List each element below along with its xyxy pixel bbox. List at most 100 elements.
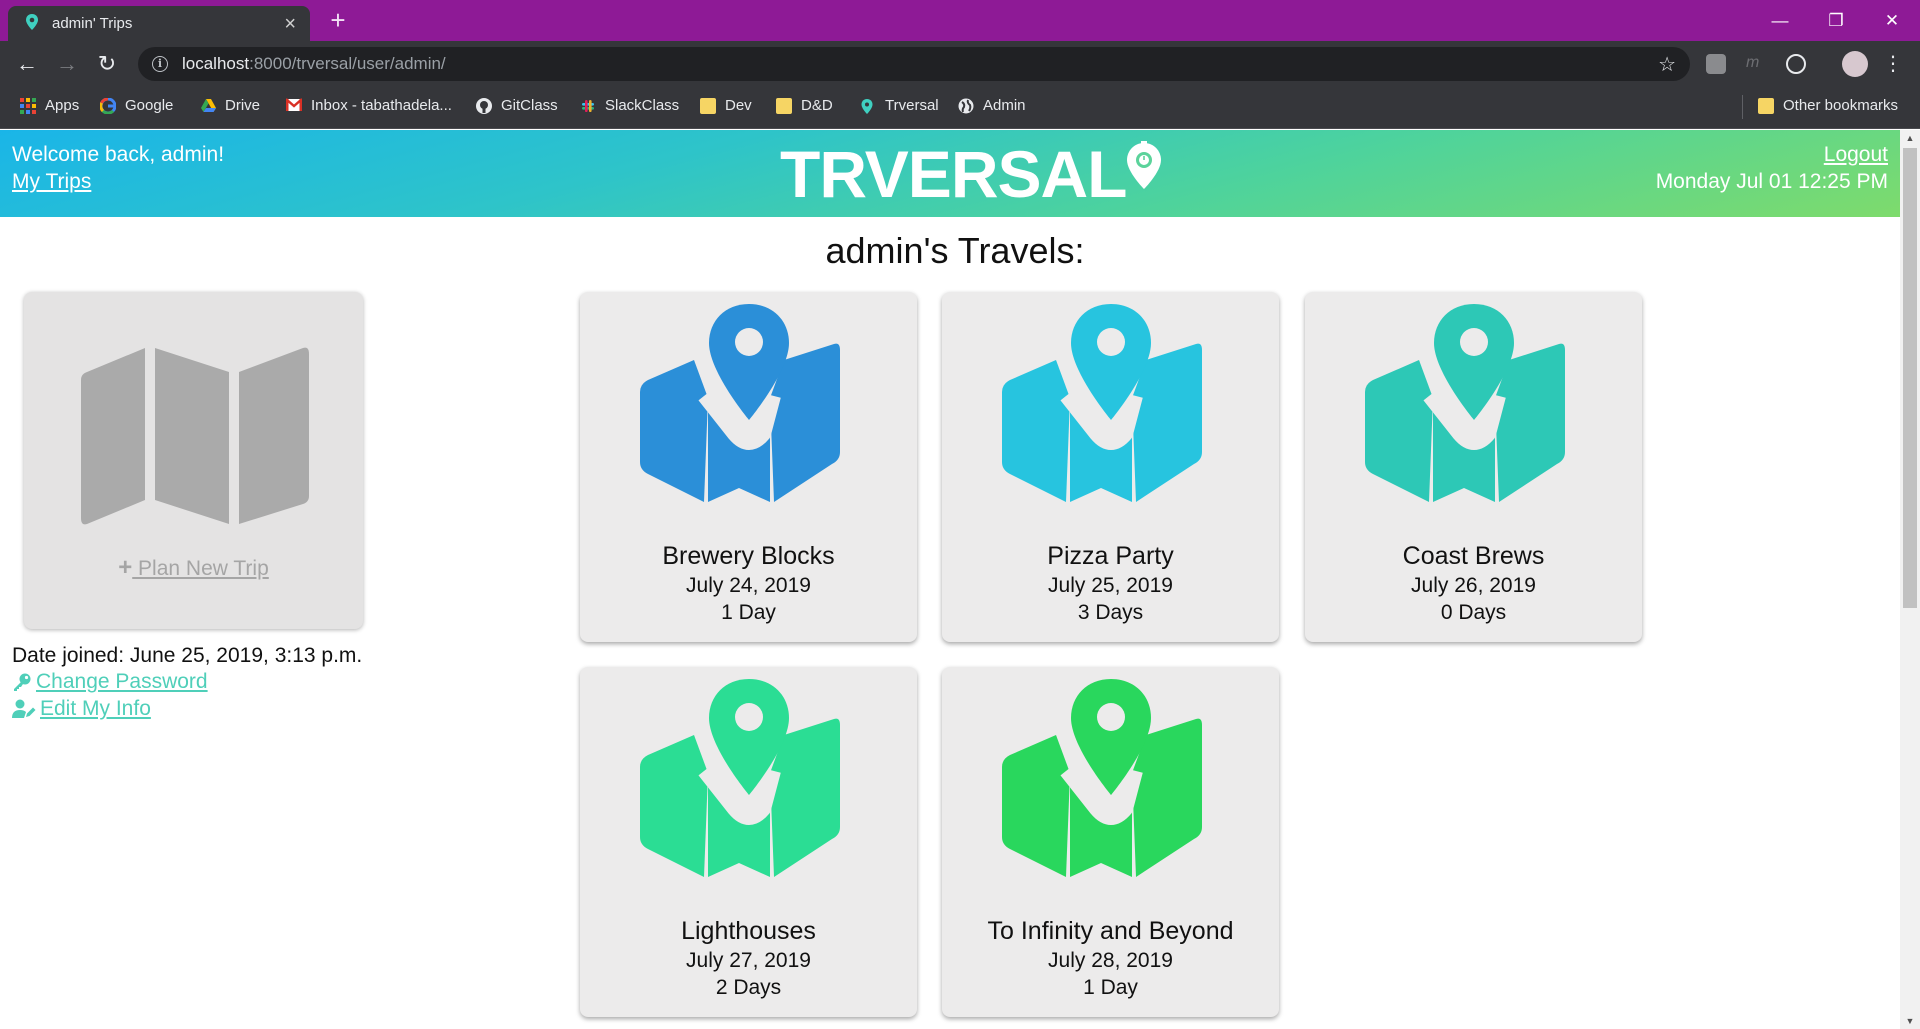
bookmark-label: GitClass	[501, 97, 558, 114]
menu-kebab-icon[interactable]: ⋮	[1878, 49, 1908, 79]
edit-info-label: Edit My Info	[40, 697, 151, 720]
map-pin-icon	[639, 304, 840, 502]
bookmarks-divider	[1742, 95, 1743, 119]
logout-link[interactable]: Logout	[1824, 143, 1888, 167]
extension-m-icon[interactable]: m	[1746, 54, 1766, 74]
plus-icon: +	[118, 554, 133, 581]
close-window-icon[interactable]: ✕	[1864, 0, 1920, 41]
bookmark-slackclass[interactable]: SlackClass	[580, 97, 679, 114]
bookmark-label: Google	[125, 97, 174, 114]
bookmark-label: Admin	[983, 97, 1026, 114]
site-header: Welcome back, admin! My Trips TRVERSAL L…	[0, 130, 1900, 217]
bookmark-label: Inbox - tabathadela...	[311, 97, 452, 114]
extension-circle-icon[interactable]	[1786, 54, 1806, 74]
map-pin-icon	[1364, 304, 1565, 502]
trip-name: Coast Brews	[1402, 542, 1545, 570]
minimize-icon[interactable]: —	[1752, 0, 1808, 41]
url-host: localhost	[182, 54, 250, 73]
bookmark-trversal[interactable]: Trversal	[860, 97, 939, 114]
window-controls: — ❐ ✕	[1752, 0, 1920, 41]
bookmark-drive[interactable]: Drive	[200, 97, 260, 114]
trip-date: July 27, 2019	[686, 949, 811, 972]
plan-new-trip-card[interactable]: + Plan New Trip	[24, 292, 363, 629]
plan-new-trip-label: Plan New Trip	[132, 557, 269, 580]
url-path: :8000/trversal/user/admin/	[249, 54, 446, 73]
bookmarks-bar: Apps Google Drive Inbox - tabathadela...…	[0, 87, 1920, 129]
tab-close-icon[interactable]: ×	[284, 14, 296, 34]
date-joined: Date joined: June 25, 2019, 3:13 p.m.	[12, 644, 363, 667]
bookmark-label: SlackClass	[605, 97, 680, 114]
browser-toolbar: ← → ↻ i localhost:8000/trversal/user/adm…	[0, 41, 1920, 87]
map-pin-icon	[1001, 679, 1202, 877]
globe-icon	[958, 98, 974, 114]
trip-date: July 24, 2019	[686, 574, 811, 597]
trip-date: July 26, 2019	[1411, 574, 1536, 597]
address-bar[interactable]: i localhost:8000/trversal/user/admin/ ☆	[138, 47, 1690, 81]
browser-titlebar: admin' Trips × + — ❐ ✕	[0, 0, 1920, 41]
bookmark-label: D&D	[801, 97, 833, 114]
bookmark-inbox[interactable]: Inbox - tabathadela...	[285, 97, 452, 114]
trip-length: 2 Days	[715, 976, 782, 999]
edit-info-link[interactable]: Edit My Info	[12, 697, 151, 721]
trip-card[interactable]: Lighthouses July 27, 2019 2 Days	[580, 667, 917, 1017]
trip-name: Pizza Party	[1047, 542, 1174, 570]
tab-title: admin' Trips	[52, 15, 133, 32]
restore-icon[interactable]: ❐	[1808, 0, 1864, 41]
scrollbar-thumb[interactable]	[1903, 148, 1917, 608]
key-icon	[14, 673, 31, 691]
folder-icon	[1758, 97, 1774, 114]
brand-pin-icon	[1125, 141, 1163, 196]
extension-r-icon[interactable]	[1706, 54, 1726, 74]
bookmark-label: Dev	[725, 97, 752, 114]
bookmark-star-icon[interactable]: ☆	[1658, 52, 1676, 77]
reload-icon[interactable]: ↻	[92, 49, 122, 79]
change-password-link[interactable]: Change Password	[12, 670, 208, 694]
profile-avatar[interactable]	[1842, 51, 1868, 77]
gmail-icon	[285, 97, 303, 114]
trip-card[interactable]: Coast Brews July 26, 2019 0 Days	[1305, 292, 1642, 642]
site-info-icon[interactable]: i	[152, 56, 168, 72]
trip-length: 1 Day	[721, 601, 776, 624]
browser-tab[interactable]: admin' Trips ×	[8, 6, 310, 41]
bookmark-admin[interactable]: Admin	[958, 97, 1026, 114]
trip-length: 1 Day	[1083, 976, 1138, 999]
user-edit-icon	[12, 699, 36, 718]
slack-icon	[580, 98, 596, 114]
trip-card[interactable]: Pizza Party July 25, 2019 3 Days	[942, 292, 1279, 642]
trip-card[interactable]: To Infinity and Beyond July 28, 2019 1 D…	[942, 667, 1279, 1017]
bookmark-label: Apps	[45, 97, 80, 114]
bookmark-apps[interactable]: Apps	[20, 97, 79, 114]
folded-map-icon	[81, 347, 309, 525]
forward-arrow-icon[interactable]: →	[52, 49, 82, 79]
bookmark-dev[interactable]: Dev	[700, 97, 752, 114]
bookmark-label: Drive	[225, 97, 261, 114]
bookmark-other[interactable]: Other bookmarks	[1758, 97, 1898, 114]
bookmark-dnd[interactable]: D&D	[776, 97, 833, 114]
bookmark-google[interactable]: Google	[99, 97, 174, 115]
apps-grid-icon	[20, 97, 36, 114]
scroll-up-icon[interactable]: ▲	[1900, 130, 1920, 146]
new-tab-button[interactable]: +	[323, 6, 353, 36]
trip-date: July 28, 2019	[1048, 949, 1173, 972]
url-text[interactable]: localhost:8000/trversal/user/admin/	[182, 54, 446, 74]
brand-logo[interactable]: TRVERSAL	[780, 134, 1163, 214]
page-title: admin's Travels:	[825, 230, 1085, 271]
my-trips-link[interactable]: My Trips	[12, 170, 91, 194]
drive-icon	[200, 98, 216, 114]
google-icon	[99, 97, 117, 115]
scroll-down-icon[interactable]: ▼	[1900, 1013, 1920, 1029]
map-pin-icon	[1001, 304, 1202, 502]
bookmark-gitclass[interactable]: GitClass	[476, 97, 558, 114]
back-arrow-icon[interactable]: ←	[12, 49, 42, 79]
trip-date: July 25, 2019	[1048, 574, 1173, 597]
current-datetime: Monday Jul 01 12:25 PM	[1655, 170, 1888, 193]
trip-name: To Infinity and Beyond	[987, 917, 1234, 945]
trip-card[interactable]: Brewery Blocks July 24, 2019 1 Day	[580, 292, 917, 642]
plan-new-trip-link[interactable]: + Plan New Trip	[24, 554, 363, 582]
change-password-label: Change Password	[36, 670, 208, 693]
brand-text: TRVERSAL	[780, 137, 1127, 211]
folder-icon	[700, 97, 716, 114]
page-scrollbar[interactable]: ▲ ▼	[1900, 130, 1920, 1029]
trip-name: Brewery Blocks	[662, 542, 835, 570]
map-pin-icon	[24, 13, 40, 35]
